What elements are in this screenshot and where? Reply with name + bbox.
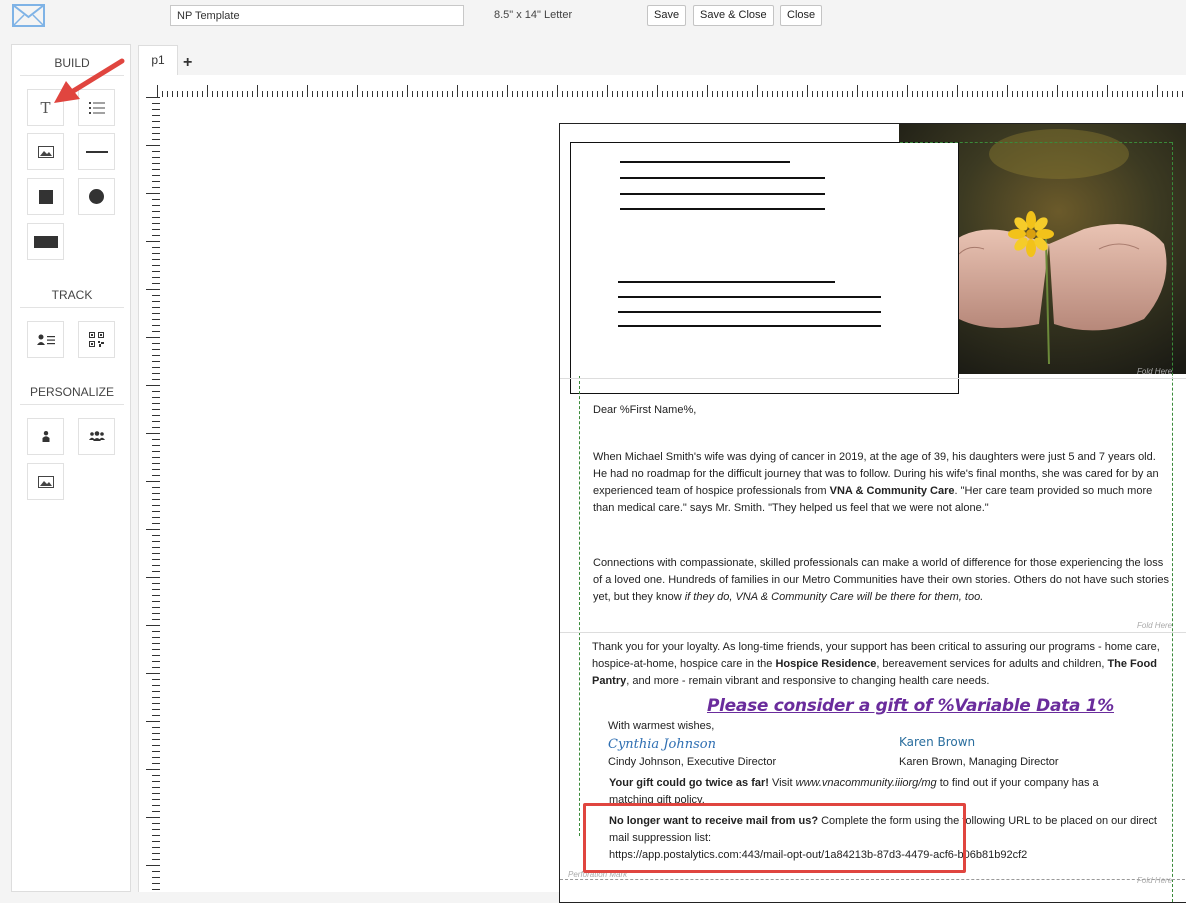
annotation-arrow-icon [54, 58, 125, 103]
greeting-text[interactable]: Dear %First Name%, [593, 402, 1173, 419]
rectangle-tool-button[interactable] [27, 178, 64, 215]
paragraph-connections[interactable]: Connections with compassionate, skilled … [593, 555, 1169, 606]
horizontal-ruler [157, 85, 1183, 97]
recipient-address-line [618, 296, 881, 298]
return-address-line [620, 208, 825, 210]
top-toolbar: 8.5" x 14" Letter Save Save & Close Clos… [0, 0, 1186, 36]
template-name-input[interactable] [170, 5, 464, 26]
line-icon [85, 150, 108, 153]
address-window-box[interactable] [570, 142, 959, 394]
image-tool-button[interactable] [27, 133, 64, 170]
filled-rectangle-icon [33, 235, 58, 248]
track-heading: TRACK [20, 288, 124, 308]
paragraph-thanks[interactable]: Thank you for your loyalty. As long-time… [592, 639, 1172, 690]
fold-label: Fold Here [1137, 876, 1173, 885]
group-tool-button[interactable] [78, 418, 115, 455]
safe-area-guide [579, 376, 580, 836]
letter-page[interactable]: Fold Here Fold Here Dear %First Name%, W… [559, 123, 1186, 903]
opt-out-text[interactable]: No longer want to receive mail from us? … [609, 813, 1169, 864]
close-button[interactable]: Close [780, 5, 823, 26]
fold-line [560, 378, 1186, 379]
return-address-line [620, 161, 790, 163]
personalize-heading: PERSONALIZE [20, 385, 124, 405]
personalized-image-tool-button[interactable] [27, 463, 64, 500]
matching-gift-text[interactable]: Your gift could go twice as far! Visit w… [609, 775, 1139, 809]
perforation-line [560, 879, 1186, 880]
circle-tool-button[interactable] [78, 178, 115, 215]
perforation-label: Perforation Mark [568, 870, 628, 879]
signature-cynthia[interactable]: Cynthia Johnson [608, 737, 716, 752]
square-icon [38, 189, 53, 204]
tab-page-1[interactable]: p1 [138, 45, 178, 75]
recipient-address-line [618, 281, 835, 283]
box-tool-button[interactable] [27, 223, 64, 260]
qr-code-tool-button[interactable] [78, 321, 115, 358]
envelope-logo-icon [12, 4, 45, 27]
paper-size-label: 8.5" x 14" Letter [494, 9, 573, 21]
contact-card-icon [36, 334, 55, 345]
closing-text[interactable]: With warmest wishes, [608, 718, 714, 735]
safe-area-guide [1172, 142, 1173, 902]
qr-code-icon [89, 332, 104, 347]
safe-area-guide [900, 142, 1172, 143]
opt-out-url[interactable]: https://app.postalytics.com:443/mail-opt… [609, 849, 1027, 861]
vertical-ruler [146, 97, 160, 890]
paragraph-story[interactable]: When Michael Smith's wife was dying of c… [593, 449, 1169, 517]
save-close-button[interactable]: Save & Close [693, 5, 774, 26]
tools-sidebar: BUILD T TRACK PERSONALIZE [11, 44, 131, 892]
signer-cindy-title[interactable]: Cindy Johnson, Executive Director [608, 754, 776, 771]
single-person-tool-button[interactable] [27, 418, 64, 455]
fold-line [560, 632, 1186, 633]
fold-label: Fold Here [1137, 367, 1173, 376]
save-button[interactable]: Save [647, 5, 687, 26]
contact-card-tool-button[interactable] [27, 321, 64, 358]
signature-karen[interactable]: Karen Brown [899, 735, 975, 749]
group-icon [88, 431, 105, 441]
recipient-address-line [618, 325, 881, 327]
person-icon [42, 431, 49, 442]
fold-label: Fold Here [1137, 621, 1173, 630]
circle-icon [89, 189, 104, 204]
line-tool-button[interactable] [78, 133, 115, 170]
return-address-line [620, 177, 825, 179]
recipient-address-line [618, 311, 881, 313]
gift-appeal-heading[interactable]: Please consider a gift of %Variable Data… [707, 696, 1114, 716]
image-icon [37, 475, 54, 488]
signer-karen-title[interactable]: Karen Brown, Managing Director [899, 754, 1059, 771]
image-icon [37, 145, 54, 158]
add-page-button[interactable]: + [183, 54, 192, 72]
design-canvas[interactable]: Fold Here Fold Here Dear %First Name%, W… [138, 75, 1186, 903]
return-address-line [620, 193, 825, 195]
